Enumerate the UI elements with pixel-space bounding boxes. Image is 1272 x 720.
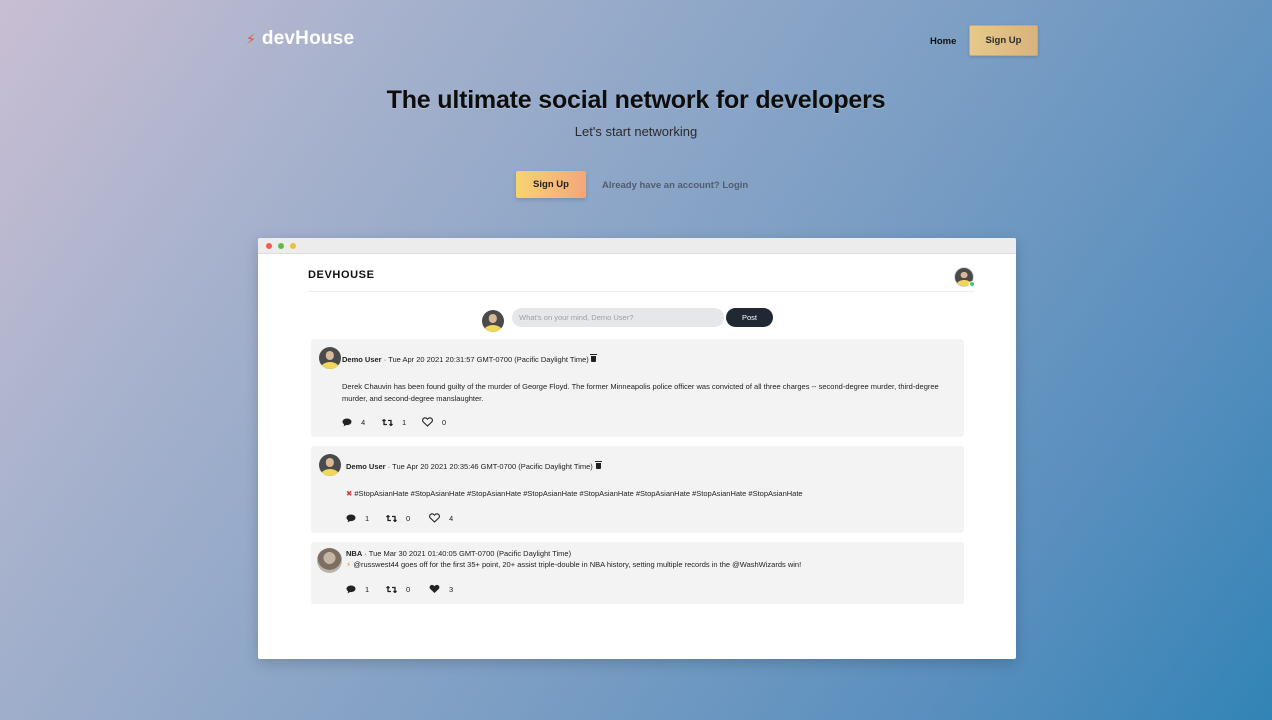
like-count: 3 <box>449 584 454 594</box>
post-author[interactable]: Demo User <box>346 462 386 471</box>
post-actions: 1 0 4 <box>346 513 453 523</box>
post-button[interactable]: Post <box>726 308 773 327</box>
app-logo: DEVHOUSE <box>308 269 375 281</box>
comment-icon <box>342 418 352 426</box>
post-timestamp: · Tue Mar 30 2021 01:40:05 GMT-0700 (Pac… <box>362 549 572 558</box>
brand-name: devHouse <box>261 28 355 49</box>
post-author[interactable]: NBA <box>346 549 362 558</box>
post-author-avatar <box>319 454 341 476</box>
app-preview-window: DEVHOUSE What's on your mind, Demo User?… <box>258 238 1016 659</box>
post-text: #StopAsianHate #StopAsianHate #StopAsian… <box>354 489 803 498</box>
post-timestamp: · Tue Apr 20 2021 20:35:46 GMT-0700 (Pac… <box>385 462 593 471</box>
comment-button[interactable]: 1 <box>346 584 386 594</box>
post-body: ✖ #StopAsianHate #StopAsianHate #StopAsi… <box>346 488 956 500</box>
nav-home-link[interactable]: Home <box>930 36 956 47</box>
heart-outline-icon <box>429 513 440 523</box>
online-status-icon <box>969 281 975 287</box>
heart-outline-icon <box>422 417 433 427</box>
cross-mark-icon: ✖ <box>346 489 353 498</box>
post-meta: Demo User · Tue Apr 20 2021 20:31:57 GMT… <box>342 355 589 364</box>
retweet-count: 0 <box>406 513 411 523</box>
heart-filled-icon <box>429 584 440 593</box>
post-card: Demo User · Tue Apr 20 2021 20:31:57 GMT… <box>311 339 964 437</box>
post-composer-input[interactable]: What's on your mind, Demo User? <box>512 308 724 327</box>
post-card: NBA · Tue Mar 30 2021 01:40:05 GMT-0700 … <box>311 542 964 604</box>
retweet-button[interactable]: 0 <box>386 513 429 523</box>
retweet-count: 0 <box>406 584 411 594</box>
maximize-dot-icon <box>278 243 284 249</box>
bolt-icon: ⚡ <box>246 30 256 47</box>
retweet-icon <box>382 418 393 426</box>
post-body: ⚡ @russwest44 goes off for the first 35+… <box>346 559 956 571</box>
trash-icon[interactable] <box>595 461 602 471</box>
comment-icon <box>346 514 356 522</box>
post-text: @russwest44 goes off for the first 35+ p… <box>353 560 802 569</box>
retweet-count: 1 <box>402 417 407 427</box>
brand[interactable]: ⚡ devHouse <box>246 28 354 50</box>
post-body: Derek Chauvin has been found guilty of t… <box>342 382 939 403</box>
trash-icon[interactable] <box>590 354 597 364</box>
post-author-avatar <box>317 548 342 573</box>
hero-title: The ultimate social network for develope… <box>386 86 886 114</box>
retweet-button[interactable]: 0 <box>386 584 429 594</box>
nav-signup-button[interactable]: Sign Up <box>969 25 1038 56</box>
comment-button[interactable]: 4 <box>342 417 382 427</box>
window-titlebar <box>258 238 1016 254</box>
like-count: 4 <box>449 513 454 523</box>
close-dot-icon <box>266 243 272 249</box>
like-button[interactable]: 3 <box>429 584 453 594</box>
hero-signup-button[interactable]: Sign Up <box>516 171 586 198</box>
app-header: DEVHOUSE <box>308 254 975 292</box>
comment-count: 1 <box>365 584 370 594</box>
login-link[interactable]: Already have an account? Login <box>602 180 748 191</box>
retweet-icon <box>386 585 397 593</box>
post-author[interactable]: Demo User <box>342 355 382 364</box>
comment-count: 4 <box>361 417 366 427</box>
retweet-icon <box>386 514 397 522</box>
like-count: 0 <box>442 417 447 427</box>
comment-button[interactable]: 1 <box>346 513 386 523</box>
hero-subtitle: Let's start networking <box>574 124 698 139</box>
comment-icon <box>346 585 356 593</box>
post-meta: Demo User · Tue Apr 20 2021 20:35:46 GMT… <box>346 462 593 471</box>
composer-avatar <box>482 310 504 332</box>
post-card: Demo User · Tue Apr 20 2021 20:35:46 GMT… <box>311 446 964 533</box>
minimize-dot-icon <box>290 243 296 249</box>
post-actions: 1 0 3 <box>346 584 453 594</box>
post-author-avatar <box>319 347 341 369</box>
like-button[interactable]: 0 <box>422 417 446 427</box>
post-actions: 4 1 0 <box>342 417 446 427</box>
post-timestamp: · Tue Apr 20 2021 20:31:57 GMT-0700 (Pac… <box>381 355 589 364</box>
post-meta: NBA · Tue Mar 30 2021 01:40:05 GMT-0700 … <box>346 549 571 558</box>
lightning-icon: ⚡ <box>346 560 352 569</box>
like-button[interactable]: 4 <box>429 513 453 523</box>
comment-count: 1 <box>365 513 370 523</box>
retweet-button[interactable]: 1 <box>382 417 422 427</box>
